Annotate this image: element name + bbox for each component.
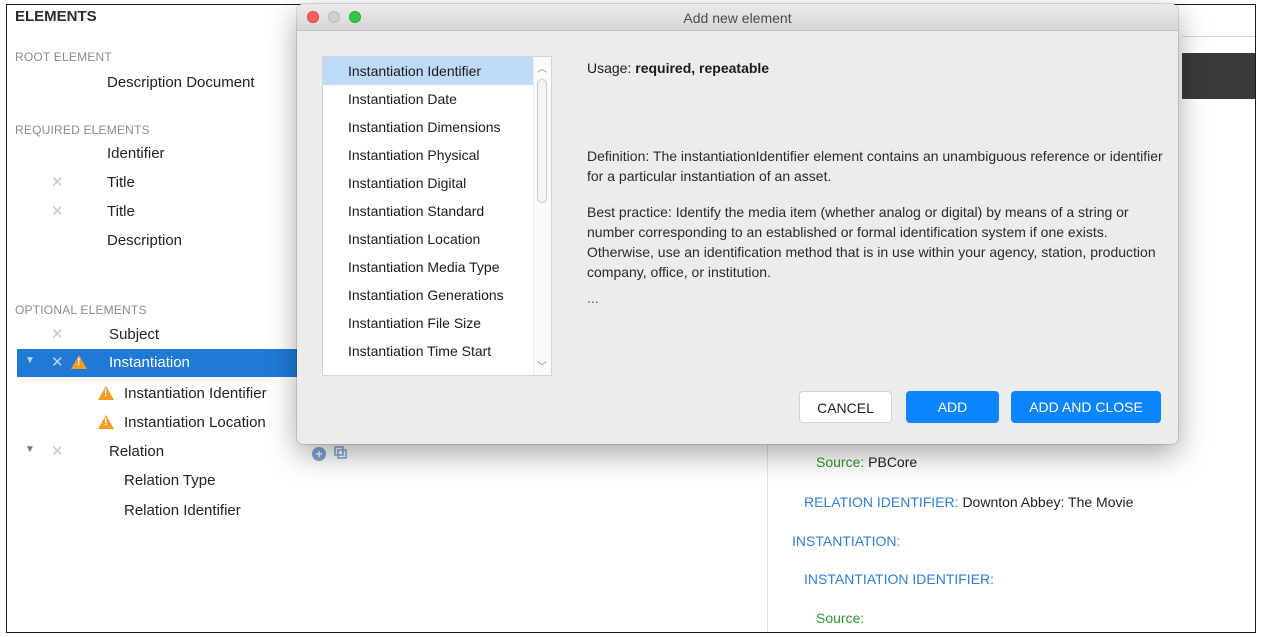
tree-item-title[interactable]: ✕ Title (7, 198, 327, 226)
tree-item-label: Subject (109, 326, 160, 343)
list-item-label: Instantiation Identifier (348, 63, 482, 79)
chevron-up-icon[interactable]: ︿ (537, 60, 547, 75)
tree-item-label: Title (107, 203, 135, 220)
element-description: Definition: The instantiationIdentifier … (587, 146, 1167, 298)
tree-item-instantiation[interactable]: ▼ ✕ Instantiation (17, 349, 307, 377)
tree-item-label: Relation (109, 443, 165, 460)
section-root-label: ROOT ELEMENT (15, 50, 112, 64)
duplicate-icon[interactable] (334, 446, 347, 459)
tree-item-label: Instantiation Identifier (124, 385, 267, 402)
tree-item-label: Relation Identifier (124, 502, 241, 519)
add-button[interactable]: ADD (906, 391, 999, 423)
list-item-label: Instantiation Physical (348, 147, 480, 163)
warning-icon (98, 415, 114, 429)
preview-instantiation: INSTANTIATION: (792, 533, 901, 549)
divider (767, 445, 768, 632)
element-list[interactable]: Instantiation Identifier Instantiation D… (322, 56, 552, 376)
usage-line: Usage: required, repeatable (587, 60, 769, 76)
list-item-label: Instantiation Date (348, 91, 457, 107)
usage-value: required, repeatable (635, 60, 770, 76)
usage-label: Usage: (587, 60, 632, 76)
remove-icon[interactable]: ✕ (51, 202, 64, 220)
preview-value: PBCore (868, 454, 918, 470)
preview-source: Source: PBCore (816, 454, 917, 470)
preview-relation-identifier: RELATION IDENTIFIER: Downton Abbey: The … (804, 494, 1133, 510)
list-item-label: Instantiation Time Start (348, 343, 492, 359)
remove-icon[interactable]: ✕ (51, 353, 64, 371)
preview-source-2: Source: (816, 610, 865, 626)
list-item-label: Instantiation Dimensions (348, 119, 501, 135)
warning-icon (98, 386, 114, 400)
list-item-label: Instantiation Generations (348, 287, 504, 303)
tree-item-instantiation-identifier[interactable]: Instantiation Identifier (7, 380, 327, 408)
list-item[interactable]: Instantiation Date (323, 85, 533, 113)
list-item[interactable]: Instantiation Physical (323, 141, 533, 169)
definition-text: Definition: The instantiationIdentifier … (587, 148, 1163, 184)
list-item[interactable]: Instantiation File Size (323, 309, 533, 337)
tree-item-label: Identifier (107, 145, 165, 162)
remove-icon[interactable]: ✕ (51, 325, 64, 343)
warning-icon (71, 355, 87, 369)
tree-item-instantiation-location[interactable]: Instantiation Location (7, 409, 327, 437)
add-and-close-button[interactable]: ADD AND CLOSE (1011, 391, 1161, 423)
tree-item-label: Instantiation (109, 354, 190, 371)
add-icon[interactable]: + (312, 447, 326, 461)
section-required-label: REQUIRED ELEMENTS (15, 123, 150, 137)
more-ellipsis: ... (587, 290, 599, 306)
tree-item-identifier[interactable]: Identifier (7, 140, 327, 168)
preview-label: Source: (816, 454, 865, 470)
cancel-button[interactable]: CANCEL (799, 391, 892, 423)
dialog-titlebar: Add new element (297, 4, 1178, 31)
dialog-title: Add new element (683, 10, 792, 26)
chevron-down-icon[interactable]: ▼ (25, 355, 35, 366)
tree-item-label: Description (107, 232, 183, 249)
scrollbar-thumb[interactable] (537, 79, 547, 203)
panel-title: ELEMENTS (15, 8, 97, 25)
tree-item-relation-type[interactable]: Relation Type (7, 467, 327, 495)
tree-item-subject[interactable]: ✕ Subject (7, 321, 327, 349)
tree-item-relation[interactable]: ▼ ✕ Relation (7, 438, 327, 466)
list-item[interactable]: Instantiation Dimensions (323, 113, 533, 141)
list-item[interactable]: Instantiation Time Start (323, 337, 533, 365)
list-item[interactable]: Instantiation Digital (323, 169, 533, 197)
list-item-label: Instantiation Digital (348, 175, 467, 191)
list-item[interactable]: Instantiation Location (323, 225, 533, 253)
chevron-down-icon[interactable]: ▼ (25, 444, 35, 455)
chevron-down-icon[interactable]: ﹀ (537, 358, 547, 373)
add-element-dialog: Add new element Instantiation Identifier… (297, 4, 1178, 444)
best-practice-text: Best practice: Identify the media item (… (587, 204, 1156, 280)
tree-item-label: Relation Type (124, 472, 216, 489)
list-item-label: Instantiation Standard (348, 203, 485, 219)
list-item[interactable]: Instantiation Identifier (323, 57, 533, 85)
tree-item-relation-identifier[interactable]: Relation Identifier (7, 497, 327, 525)
preview-label: RELATION IDENTIFIER: (804, 494, 959, 510)
list-item-label: Instantiation Media Type (348, 259, 500, 275)
tree-item-title[interactable]: ✕ Title (7, 169, 327, 197)
tree-item-label: Instantiation Location (124, 414, 266, 431)
section-optional-label: OPTIONAL ELEMENTS (15, 303, 147, 317)
tree-item-description-document[interactable]: Description Document (7, 69, 327, 97)
divider (1182, 36, 1255, 37)
list-item[interactable]: Instantiation Generations (323, 281, 533, 309)
tree-item-label: Description Document (107, 74, 255, 91)
preview-instantiation-identifier: INSTANTIATION IDENTIFIER: (804, 571, 995, 587)
remove-icon[interactable]: ✕ (51, 442, 64, 460)
tree-item-label: Title (107, 174, 135, 191)
list-item[interactable]: Instantiation Media Type (323, 253, 533, 281)
list-item-label: Instantiation File Size (348, 315, 482, 331)
list-item-label: Instantiation Location (348, 231, 481, 247)
list-item[interactable]: Instantiation Standard (323, 197, 533, 225)
remove-icon[interactable]: ✕ (51, 173, 64, 191)
toolbar-dark (1182, 53, 1255, 99)
preview-value: Downton Abbey: The Movie (962, 494, 1134, 510)
elements-panel: ELEMENTS ROOT ELEMENT Description Docume… (7, 5, 327, 632)
tree-item-description[interactable]: Description (7, 227, 327, 255)
list-scrollbar[interactable]: ︿ ﹀ (533, 57, 551, 375)
